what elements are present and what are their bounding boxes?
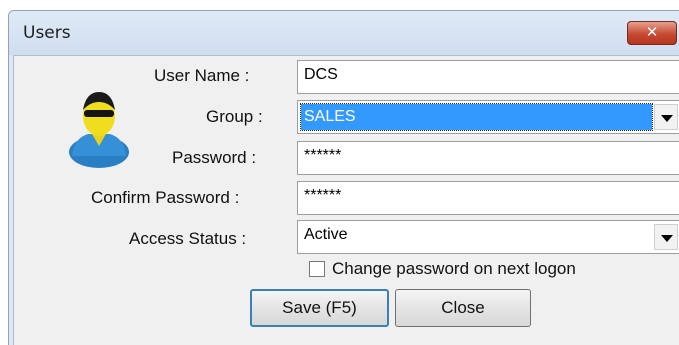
group-selected-value: SALES xyxy=(300,103,653,131)
password-value: ****** xyxy=(304,147,342,164)
window-title: Users xyxy=(23,23,71,43)
user-name-value: DCS xyxy=(304,66,338,83)
chevron-down-icon[interactable] xyxy=(654,224,678,250)
close-button[interactable]: Close xyxy=(395,289,531,327)
group-label: Group : xyxy=(206,107,263,126)
change-password-label[interactable]: Change password on next logon xyxy=(332,259,576,279)
user-avatar-icon xyxy=(69,92,129,168)
group-select[interactable]: SALES xyxy=(297,100,679,134)
confirm-password-input[interactable]: ****** xyxy=(297,181,679,215)
access-status-label: Access Status : xyxy=(129,229,247,248)
password-label: Password : xyxy=(172,148,257,167)
dialog-body: User Name : DCS Group : SALES Password :… xyxy=(13,55,679,345)
close-icon: ✕ xyxy=(645,23,659,41)
save-button[interactable]: Save (F5) xyxy=(250,289,389,327)
password-input[interactable]: ****** xyxy=(297,141,679,175)
confirm-password-value: ****** xyxy=(304,187,342,204)
users-dialog: Users ✕ User Name : DCS Group : SALES Pa… xyxy=(8,10,679,345)
change-password-checkbox[interactable] xyxy=(309,261,325,277)
access-status-select[interactable]: Active xyxy=(297,220,679,254)
chevron-down-icon[interactable] xyxy=(654,104,678,130)
user-name-label: User Name : xyxy=(154,66,250,85)
user-name-input[interactable]: DCS xyxy=(297,60,679,94)
access-status-value: Active xyxy=(304,226,348,243)
window-close-button[interactable]: ✕ xyxy=(627,21,677,45)
title-bar: Users ✕ xyxy=(9,11,679,55)
confirm-password-label: Confirm Password : xyxy=(91,188,240,207)
